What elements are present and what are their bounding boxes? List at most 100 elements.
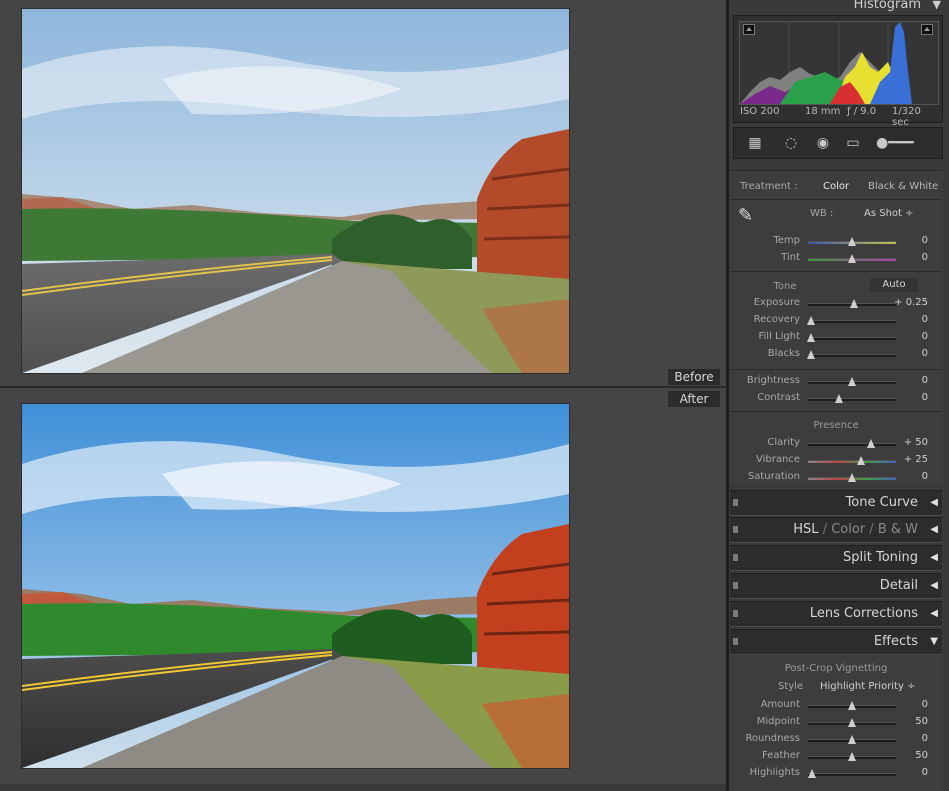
exposure-slider-thumb[interactable]: [849, 299, 858, 308]
vibrance-slider[interactable]: [808, 456, 896, 465]
contrast-slider-thumb[interactable]: [834, 394, 843, 403]
saturation-label: Saturation: [747, 471, 800, 482]
highlight-clipping-icon[interactable]: [921, 24, 933, 35]
red-eye-icon[interactable]: ◉: [814, 135, 832, 151]
fill-light-value[interactable]: 0: [888, 331, 928, 342]
feather-slider[interactable]: [808, 752, 896, 761]
contrast-slider[interactable]: [808, 394, 896, 403]
vibrance-slider-thumb[interactable]: [856, 456, 865, 465]
roundness-slider[interactable]: [808, 735, 896, 744]
split-toning-panel-header[interactable]: Split Toning ◀: [730, 545, 942, 571]
clarity-value[interactable]: + 50: [888, 437, 928, 448]
feather-value[interactable]: 50: [888, 750, 928, 761]
panel-switch-icon[interactable]: [733, 499, 738, 506]
spot-removal-icon[interactable]: ◌: [782, 135, 800, 151]
tone-section-title: Tone: [773, 281, 797, 292]
saturation-value[interactable]: 0: [888, 471, 928, 482]
crop-grid-icon[interactable]: ▦: [746, 135, 764, 151]
shutter-readout: 1/320 sec: [892, 106, 921, 128]
shadow-clipping-icon[interactable]: [743, 24, 755, 35]
recovery-label: Recovery: [753, 314, 800, 325]
amount-slider-thumb[interactable]: [848, 701, 856, 710]
contrast-label: Contrast: [757, 392, 800, 403]
exposure-slider[interactable]: [808, 299, 896, 308]
amount-value[interactable]: 0: [888, 699, 928, 710]
wb-select[interactable]: As Shot ÷: [864, 208, 914, 219]
blacks-value[interactable]: 0: [888, 348, 928, 359]
highlights-slider[interactable]: [808, 769, 896, 778]
separator: [730, 271, 942, 272]
recovery-slider[interactable]: [806, 316, 896, 325]
brightness-slider[interactable]: [808, 377, 896, 386]
temp-slider[interactable]: [808, 237, 896, 246]
clarity-slider-thumb[interactable]: [867, 439, 876, 448]
brightness-slider-row: Brightness 0: [730, 373, 942, 389]
treatment-bw-button[interactable]: Black & White: [868, 181, 938, 192]
amount-slider-row: Amount 0: [730, 697, 942, 713]
separator: [730, 199, 942, 200]
histogram-graph[interactable]: [739, 21, 939, 105]
panel-switch-icon[interactable]: [733, 526, 738, 533]
panel-switch-icon[interactable]: [733, 638, 738, 645]
before-photo[interactable]: [22, 9, 569, 373]
contrast-value[interactable]: 0: [888, 392, 928, 403]
saturation-slider[interactable]: [808, 473, 896, 482]
fill-light-slider[interactable]: [806, 333, 896, 342]
roundness-value[interactable]: 0: [888, 733, 928, 744]
panel-switch-icon[interactable]: [733, 582, 738, 589]
tint-value[interactable]: 0: [888, 252, 928, 263]
blacks-slider-thumb[interactable]: [806, 350, 815, 359]
feather-slider-thumb[interactable]: [848, 752, 856, 761]
temp-slider-row: Temp 0: [730, 233, 942, 249]
midpoint-value[interactable]: 50: [888, 716, 928, 727]
lens-corrections-panel-header[interactable]: Lens Corrections ◀: [730, 601, 942, 627]
histogram-header[interactable]: Histogram ▼: [729, 0, 949, 13]
color-tab[interactable]: Color: [831, 522, 865, 537]
blacks-slider-row: Blacks 0: [730, 346, 942, 362]
hsl-panel-header[interactable]: HSL / Color / B & W ◀: [730, 517, 942, 543]
histogram[interactable]: ISO 200 18 mm ƒ / 9.0 1/320 sec: [733, 15, 943, 128]
auto-tone-button[interactable]: Auto: [870, 278, 918, 292]
vibrance-value[interactable]: + 25: [888, 454, 928, 465]
fill-light-slider-thumb[interactable]: [806, 333, 815, 342]
midpoint-slider-thumb[interactable]: [848, 718, 856, 727]
collapse-triangle-icon: ▼: [930, 636, 938, 647]
tint-slider[interactable]: [808, 254, 896, 263]
vibrance-slider-row: Vibrance + 25: [730, 452, 942, 468]
highlights-slider-row: Highlights 0: [730, 765, 942, 781]
midpoint-slider[interactable]: [808, 718, 896, 727]
effects-panel-header[interactable]: Effects ▼: [730, 629, 942, 655]
blacks-slider[interactable]: [806, 350, 896, 359]
treatment-label: Treatment :: [740, 181, 798, 192]
saturation-slider-thumb[interactable]: [848, 473, 856, 482]
brightness-value[interactable]: 0: [888, 375, 928, 386]
collapse-triangle-icon[interactable]: ▼: [933, 0, 941, 10]
temp-value[interactable]: 0: [888, 235, 928, 246]
recovery-slider-thumb[interactable]: [806, 316, 815, 325]
highlights-value[interactable]: 0: [888, 767, 928, 778]
expand-triangle-icon: ◀: [930, 608, 938, 619]
bw-tab[interactable]: B & W: [878, 522, 918, 537]
amount-slider[interactable]: [808, 701, 896, 710]
roundness-slider-thumb[interactable]: [848, 735, 856, 744]
adjustment-brush-icon[interactable]: ●━━━: [876, 135, 932, 151]
after-photo[interactable]: [22, 404, 569, 768]
graduated-filter-icon[interactable]: ▭: [844, 135, 862, 151]
treatment-color-button[interactable]: Color: [823, 181, 849, 192]
panel-switch-icon[interactable]: [733, 554, 738, 561]
lens-corrections-title: Lens Corrections: [809, 606, 918, 621]
exposure-value[interactable]: + 0.25: [888, 297, 928, 308]
hsl-tab[interactable]: HSL: [793, 522, 818, 537]
tint-slider-thumb[interactable]: [848, 254, 856, 263]
temp-slider-thumb[interactable]: [848, 237, 856, 246]
vignette-style-select[interactable]: Highlight Priority ÷: [820, 681, 915, 692]
clarity-slider[interactable]: [808, 439, 896, 448]
panel-switch-icon[interactable]: [733, 610, 738, 617]
brightness-slider-thumb[interactable]: [848, 377, 856, 386]
highlights-label: Highlights: [749, 767, 800, 778]
tone-curve-panel-header[interactable]: Tone Curve ◀: [730, 490, 942, 516]
highlights-slider-thumb[interactable]: [808, 769, 817, 778]
detail-panel-header[interactable]: Detail ◀: [730, 573, 942, 599]
recovery-value[interactable]: 0: [888, 314, 928, 325]
vignette-style-row: Style Highlight Priority ÷: [730, 679, 942, 695]
